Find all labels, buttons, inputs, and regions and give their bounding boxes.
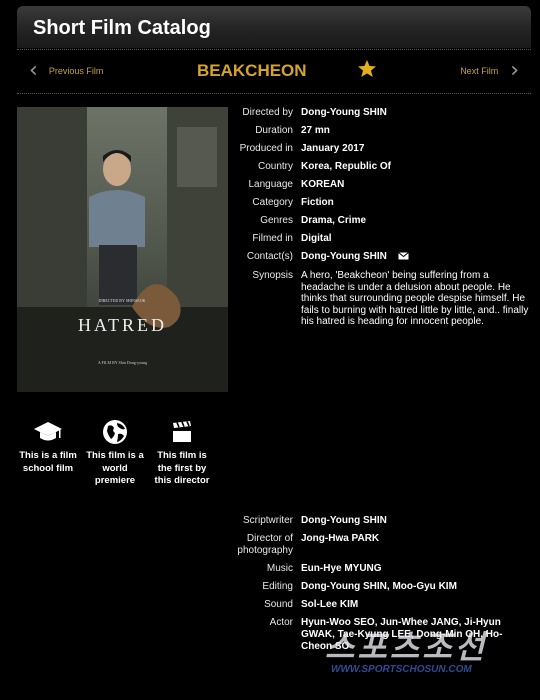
crew-row-director-of-photography: Director of photography Jong-Hwa PARK <box>230 533 520 556</box>
clapperboard-icon <box>151 418 213 446</box>
info-label: Synopsis <box>252 270 293 281</box>
film-details: Directed by Dong-Young SHIN Duration 27 … <box>230 107 530 334</box>
crew-value[interactable]: Eun-Hye MYUNG <box>301 563 520 575</box>
next-film-link[interactable]: Next Film › <box>460 60 519 82</box>
info-label: Filmed in <box>252 233 293 244</box>
info-value: January 2017 <box>301 143 365 154</box>
info-row-produced-in: Produced in January 2017 <box>230 143 530 155</box>
star-favorite-icon[interactable] <box>357 59 377 84</box>
badge-film-school: This is a film school film <box>17 418 79 488</box>
badge-text: This film is the first by this director <box>154 450 210 486</box>
info-label: Language <box>248 179 294 190</box>
crew-row-music: Music Eun-Hye MYUNG <box>230 563 520 575</box>
badge-world-premiere: This film is a world premiere <box>84 418 146 488</box>
svg-text:DIRECTED BY SHINSEOK: DIRECTED BY SHINSEOK <box>99 298 146 303</box>
badge-text: This film is a world premiere <box>86 450 144 486</box>
contact-name[interactable]: Dong-Young SHIN <box>301 251 387 262</box>
poster-credit: A FILM BY Shin Dong-young <box>97 360 148 365</box>
badge-text: This is a film school film <box>19 450 77 474</box>
info-row-directed-by: Directed by Dong-Young SHIN <box>230 107 530 119</box>
envelope-icon[interactable] <box>397 252 409 264</box>
globe-icon <box>84 418 146 446</box>
info-label: Country <box>257 161 293 172</box>
info-row-country: Country Korea, Republic Of <box>230 161 530 173</box>
crew-row-scriptwriter: Scriptwriter Dong-Young SHIN <box>230 515 520 527</box>
crew-label: Actor <box>269 616 293 628</box>
info-label: Duration <box>255 125 293 136</box>
info-value: Drama, Crime <box>301 215 367 226</box>
film-poster: DIRECTED BY SHINSEOK HATRED A FILM BY Sh… <box>17 107 228 392</box>
next-film-label: Next Film <box>460 66 499 76</box>
info-label: Directed by <box>242 107 293 118</box>
crew-row-sound: Sound Sol-Lee KIM <box>230 599 520 611</box>
synopsis-text: A hero, 'Beakcheon' being suffering from… <box>301 270 529 328</box>
info-label: Contact(s) <box>246 251 293 262</box>
info-value: Korea, Republic Of <box>301 161 392 172</box>
badge-first-film: This film is the first by this director <box>151 418 213 488</box>
info-value[interactable]: Dong-Young SHIN <box>301 107 530 119</box>
crew-label: Music <box>266 562 293 574</box>
crew-value[interactable]: Jong-Hwa PARK <box>301 533 520 556</box>
crew-label: Scriptwriter <box>242 515 293 526</box>
chevron-right-icon: › <box>510 58 519 83</box>
chevron-left-icon: ‹ <box>29 58 38 83</box>
poster-title: HATRED <box>78 315 167 335</box>
divider <box>17 93 531 94</box>
page-title: Short Film Catalog <box>33 17 211 39</box>
info-row-filmed-in: Filmed in Digital <box>230 233 530 245</box>
info-row-synopsis: Synopsis A hero, 'Beakcheon' being suffe… <box>230 270 530 328</box>
info-label: Genres <box>260 215 293 226</box>
watermark-url: WWW.SPORTSCHOSUN.COM <box>331 664 472 675</box>
info-value: 27 mn <box>301 125 330 136</box>
previous-film-link[interactable]: ‹ Previous Film <box>29 60 103 82</box>
film-title: BEAKCHEON <box>197 61 307 80</box>
crew-row-editing: Editing Dong-Young SHIN, Moo-Gyu KIM <box>230 581 520 593</box>
info-label: Produced in <box>239 143 293 154</box>
info-value: Fiction <box>301 197 334 208</box>
info-row-duration: Duration 27 mn <box>230 125 530 137</box>
catalog-header: Short Film Catalog <box>17 6 531 48</box>
info-value: KOREAN <box>301 179 345 190</box>
crew-label: Sound <box>264 598 293 610</box>
film-badges: This is a film school film This film is … <box>17 418 228 488</box>
info-row-category: Category Fiction <box>230 197 530 209</box>
previous-film-label: Previous Film <box>48 66 104 76</box>
info-row-contacts: Contact(s) Dong-Young SHIN <box>230 251 530 264</box>
info-value-contact: Dong-Young SHIN <box>301 251 530 264</box>
crew-label: Director of photography <box>237 533 293 556</box>
crew-value[interactable]: Sol-Lee KIM <box>301 599 520 611</box>
info-row-language: Language KOREAN <box>230 179 530 191</box>
sportschosun-watermark: 스포츠조선 WWW.SPORTSCHOSUN.COM <box>325 622 535 682</box>
graduation-cap-icon <box>17 418 79 446</box>
crew-value[interactable]: Dong-Young SHIN, Moo-Gyu KIM <box>301 581 520 593</box>
crew-value[interactable]: Dong-Young SHIN <box>301 515 520 527</box>
info-value: Digital <box>301 233 332 244</box>
film-navigation: ‹ Previous Film BEAKCHEON Next Film › <box>17 50 531 92</box>
info-label: Category <box>252 197 293 208</box>
crew-label: Editing <box>262 580 293 592</box>
info-row-genres: Genres Drama, Crime <box>230 215 530 227</box>
watermark-logo-text: 스포츠조선 <box>325 628 488 666</box>
